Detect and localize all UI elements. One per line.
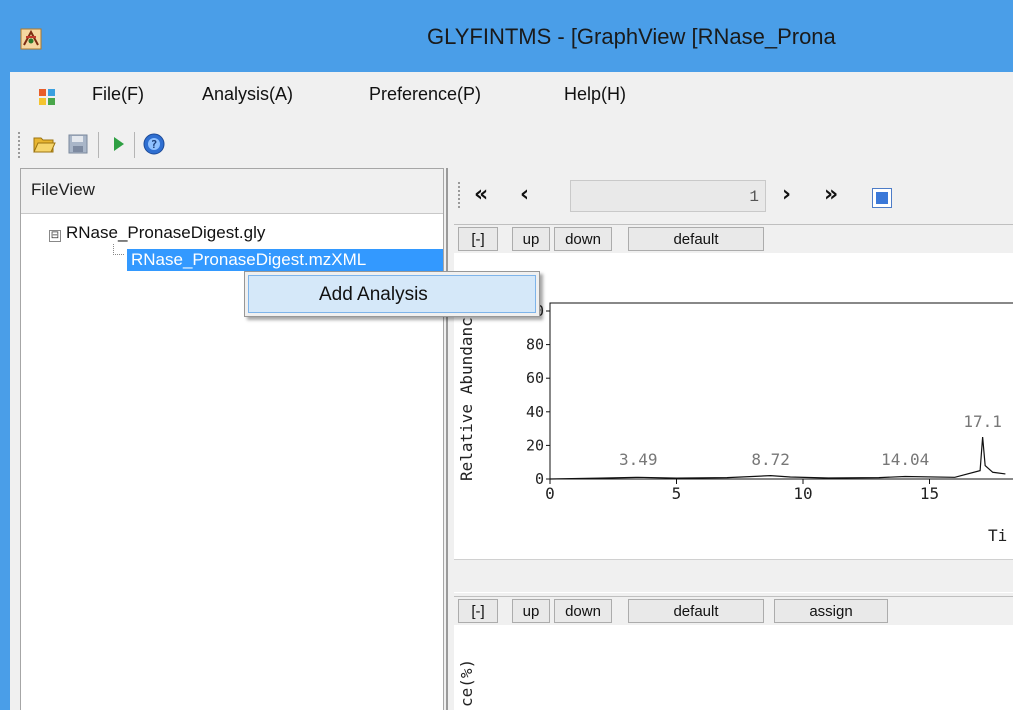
app-logo-icon — [20, 28, 42, 50]
collapse-button[interactable]: [-] — [458, 227, 498, 251]
page-number-field[interactable]: 1 — [570, 180, 766, 212]
context-menu: Add Analysis — [244, 271, 540, 317]
y-tick-label: 0 — [535, 470, 544, 488]
y-tick-label: 80 — [526, 336, 544, 354]
lower-button-row: [-] up down default assign — [454, 597, 1013, 625]
run-icon[interactable] — [106, 132, 130, 156]
toolbar-grip[interactable] — [18, 132, 23, 158]
last-page-button[interactable]: » — [824, 182, 838, 207]
peak-label: 14.04 — [881, 450, 929, 469]
first-page-button[interactable]: « — [474, 182, 488, 207]
main-client-area: File(F) Analysis(A) Preference(P) Help(H… — [10, 72, 1013, 710]
save-icon[interactable] — [66, 132, 90, 156]
x-tick-label: 0 — [545, 484, 555, 503]
x-tick-label: 15 — [920, 484, 939, 503]
app-menu-icon[interactable] — [38, 88, 56, 106]
up-button[interactable]: up — [512, 227, 550, 251]
help-icon[interactable]: ? — [142, 132, 166, 156]
toolbar-separator — [98, 132, 99, 158]
add-analysis-menu-item[interactable]: Add Analysis — [248, 275, 536, 313]
peak-label: 3.49 — [619, 450, 658, 469]
add-analysis-label: Add Analysis — [319, 284, 428, 305]
next-page-button[interactable]: › — [782, 182, 791, 207]
up-button[interactable]: up — [512, 599, 550, 623]
menu-bar: File(F) Analysis(A) Preference(P) Help(H… — [10, 72, 1013, 122]
y-tick-label: 40 — [526, 403, 544, 421]
down-button[interactable]: down — [554, 227, 612, 251]
prev-page-button[interactable]: ‹ — [520, 182, 529, 207]
tree-connector — [113, 244, 124, 255]
down-button[interactable]: down — [554, 599, 612, 623]
menu-analysis[interactable]: Analysis(A) — [202, 84, 293, 105]
tree-collapse-icon[interactable]: ⊟ — [49, 230, 61, 242]
x-tick-label: 10 — [793, 484, 812, 503]
nav-grip[interactable] — [458, 182, 462, 208]
toolbar-separator — [134, 132, 135, 158]
lower-graph-window: [-] up down default assign ce(%) — [454, 596, 1013, 710]
tree-node-mzxml[interactable]: RNase_PronaseDigest.mzXML — [127, 249, 443, 271]
stop-icon[interactable] — [872, 188, 892, 208]
menu-help[interactable]: Help(H) — [564, 84, 626, 105]
app-window: GLYFINTMS - [GraphView [RNase_Prona File… — [0, 0, 1013, 710]
y-tick-label: 20 — [526, 436, 544, 454]
peak-label: 8.72 — [751, 450, 790, 469]
menu-file[interactable]: File(F) — [92, 84, 144, 105]
assign-button[interactable]: assign — [774, 599, 888, 623]
toolbar: ? — [10, 124, 1013, 166]
open-folder-icon[interactable] — [32, 132, 56, 156]
lower-y-axis-label: ce(%) — [457, 659, 476, 707]
collapse-button[interactable]: [-] — [458, 599, 498, 623]
file-view-header: FileView — [21, 169, 443, 214]
y-axis-label: Relative Abundance — [457, 308, 476, 481]
default-button[interactable]: default — [628, 227, 764, 251]
default-button[interactable]: default — [628, 599, 764, 623]
graph-nav-bar: « ‹ 1 › » — [454, 174, 1013, 216]
file-view-title: FileView — [31, 180, 95, 199]
menu-preference[interactable]: Preference(P) — [369, 84, 481, 105]
x-tick-label: 5 — [672, 484, 682, 503]
y-tick-label: 60 — [526, 369, 544, 387]
peak-label: 17.1 — [963, 412, 1002, 431]
x-axis-label: Ti — [988, 526, 1007, 545]
graph-view-panel: « ‹ 1 › » [-] up down default Relative A… — [446, 168, 1013, 710]
tree-node-root[interactable]: RNase_PronaseDigest.gly — [66, 223, 265, 243]
window-title: GLYFINTMS - [GraphView [RNase_Prona — [427, 24, 836, 49]
lower-plot-svg: ce(%) — [457, 659, 476, 707]
upper-scroll-strip[interactable] — [454, 559, 1013, 592]
title-bar[interactable]: GLYFINTMS - [GraphView [RNase_Prona — [0, 0, 1013, 72]
svg-text:?: ? — [151, 138, 158, 151]
file-view-panel: FileView ⊟ RNase_PronaseDigest.gly RNase… — [20, 168, 444, 710]
upper-button-row: [-] up down default — [454, 225, 1013, 253]
